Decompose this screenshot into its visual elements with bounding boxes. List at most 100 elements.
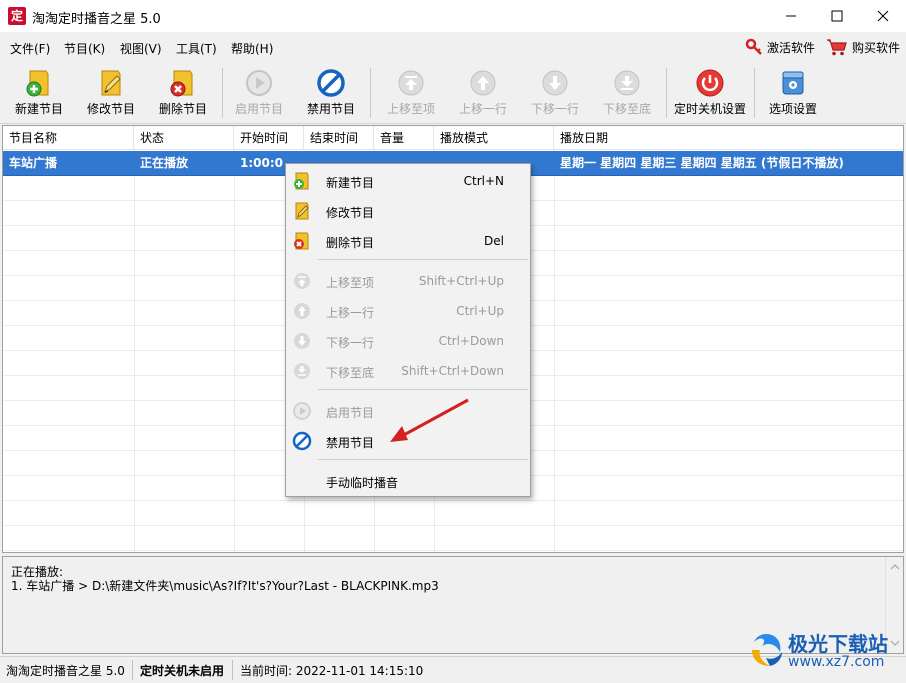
toolbar-separator xyxy=(666,68,667,118)
column-header-start-time[interactable]: 开始时间 xyxy=(234,126,304,150)
toolbar-separator xyxy=(370,68,371,118)
menu-item-shortcut: Ctrl+N xyxy=(463,174,504,188)
menu-item-move-up[interactable]: 上移一行 Ctrl+Up xyxy=(286,296,530,326)
move-bottom-button[interactable]: 下移至底 xyxy=(592,66,662,122)
enable-program-button[interactable]: 启用节目 xyxy=(228,66,290,122)
edit-program-button[interactable]: 修改节目 xyxy=(80,66,142,122)
column-header-volume[interactable]: 音量 xyxy=(374,126,434,150)
move-down-button[interactable]: 下移一行 xyxy=(520,66,590,122)
move-up-icon xyxy=(294,303,310,319)
power-icon xyxy=(696,69,724,97)
menu-item-label: 禁用节目 xyxy=(326,436,375,450)
new-program-button[interactable]: 新建节目 xyxy=(8,66,70,122)
now-playing-line: 1. 车站广播 > D:\新建文件夹\music\As?If?It's?Your… xyxy=(11,579,439,593)
settings-icon xyxy=(782,71,804,95)
column-header-play-mode[interactable]: 播放模式 xyxy=(434,126,554,150)
annotation-arrow-icon xyxy=(390,398,469,442)
edit-program-icon xyxy=(101,70,121,96)
app-icon: 定 xyxy=(8,7,26,25)
close-icon xyxy=(877,10,889,22)
watermark: 极光下载站 www.xz7.com xyxy=(746,626,906,676)
menu-item-shortcut: Shift+Ctrl+Down xyxy=(401,364,504,378)
shutdown-settings-button[interactable]: 定时关机设置 xyxy=(670,66,750,122)
disable-program-button[interactable]: 禁用节目 xyxy=(300,66,362,122)
key-icon xyxy=(745,38,762,55)
toolbar: 新建节目 修改节目 删除节目 启用节目 禁用节目 上移至项 上移一行 下移一行 … xyxy=(0,62,906,124)
menu-item-label: 上移一行 xyxy=(326,306,375,320)
move-top-button[interactable]: 上移至项 xyxy=(376,66,446,122)
status-shutdown: 定时关机未启用 xyxy=(140,664,225,678)
empty-row xyxy=(3,526,903,551)
cell-play-date: 星期一 星期四 星期三 星期四 星期五 (节假日不播放) xyxy=(560,156,844,170)
watermark-text: 极光下载站 xyxy=(788,632,888,656)
buy-label: 购买软件 xyxy=(852,40,901,55)
maximize-icon xyxy=(831,10,843,22)
move-bottom-label: 下移至底 xyxy=(602,102,651,116)
menu-program[interactable]: 节目(K) xyxy=(64,40,105,57)
move-bottom-icon xyxy=(614,70,640,96)
menu-item-edit-program[interactable]: 修改节目 xyxy=(286,196,530,226)
add-program-icon xyxy=(294,172,309,190)
menu-separator xyxy=(318,259,528,260)
move-up-button[interactable]: 上移一行 xyxy=(448,66,518,122)
column-header-status[interactable]: 状态 xyxy=(134,126,234,150)
menu-item-delete-program[interactable]: 删除节目 Del xyxy=(286,226,530,256)
menu-item-manual-broadcast[interactable]: 手动临时播音 xyxy=(286,466,530,496)
menu-item-new-program[interactable]: 新建节目 Ctrl+N xyxy=(286,166,530,196)
menu-item-shortcut: Ctrl+Down xyxy=(438,334,504,348)
menu-item-label: 上移至项 xyxy=(326,276,375,290)
column-header-end-time[interactable]: 结束时间 xyxy=(304,126,374,150)
add-program-icon xyxy=(26,70,49,97)
edit-program-label: 修改节目 xyxy=(86,102,135,116)
menu-tools[interactable]: 工具(T) xyxy=(176,40,217,57)
close-button[interactable] xyxy=(860,0,906,32)
menu-bar: 文件(F) 节目(K) 视图(V) 工具(T) 帮助(H) 激活软件 购买软件 xyxy=(0,32,906,62)
column-header-play-date[interactable]: 播放日期 xyxy=(554,126,903,150)
new-program-label: 新建节目 xyxy=(14,102,63,116)
shutdown-settings-label: 定时关机设置 xyxy=(673,102,746,116)
menu-item-label: 下移一行 xyxy=(326,336,375,350)
move-down-icon xyxy=(542,70,568,96)
move-up-label: 上移一行 xyxy=(458,102,507,116)
status-separator xyxy=(232,660,233,680)
maximize-button[interactable] xyxy=(814,0,860,32)
menu-file[interactable]: 文件(F) xyxy=(10,40,50,57)
options-settings-label: 选项设置 xyxy=(768,102,817,116)
menu-item-move-top[interactable]: 上移至项 Shift+Ctrl+Up xyxy=(286,266,530,296)
watermark-logo-icon xyxy=(752,634,782,666)
move-down-label: 下移一行 xyxy=(530,102,579,116)
column-header-name[interactable]: 节目名称 xyxy=(3,126,134,150)
play-icon xyxy=(246,70,272,96)
status-current-time: 当前时间: 2022-11-01 14:15:10 xyxy=(240,664,424,678)
disable-icon xyxy=(292,431,312,451)
move-top-icon xyxy=(294,273,310,289)
menu-item-label: 启用节目 xyxy=(326,406,375,420)
activate-software-link[interactable]: 激活软件 xyxy=(745,38,815,56)
minimize-button[interactable] xyxy=(768,0,814,32)
window-title: 淘淘定时播音之星 5.0 xyxy=(32,12,161,27)
buy-software-link[interactable]: 购买软件 xyxy=(826,38,900,56)
menu-item-move-down[interactable]: 下移一行 Ctrl+Down xyxy=(286,326,530,356)
delete-program-button[interactable]: 删除节目 xyxy=(152,66,214,122)
toolbar-separator xyxy=(754,68,755,118)
delete-program-label: 删除节目 xyxy=(158,102,207,116)
list-header: 节目名称 状态 开始时间 结束时间 音量 播放模式 播放日期 xyxy=(3,126,903,150)
move-up-icon xyxy=(470,70,496,96)
move-top-icon xyxy=(398,70,424,96)
delete-program-icon xyxy=(170,70,193,97)
menu-item-shortcut: Del xyxy=(484,234,504,248)
toolbar-separator xyxy=(222,68,223,118)
menu-view[interactable]: 视图(V) xyxy=(120,40,162,57)
options-settings-button[interactable]: 选项设置 xyxy=(760,66,826,122)
status-app-name: 淘淘定时播音之星 5.0 xyxy=(6,664,125,678)
menu-help[interactable]: 帮助(H) xyxy=(231,40,273,57)
delete-program-icon xyxy=(294,232,309,250)
watermark-url: www.xz7.com xyxy=(788,654,885,670)
play-icon xyxy=(293,402,311,420)
title-bar: 定 淘淘定时播音之星 5.0 xyxy=(0,0,906,32)
menu-item-move-bottom[interactable]: 下移至底 Shift+Ctrl+Down xyxy=(286,356,530,386)
menu-item-shortcut: Shift+Ctrl+Up xyxy=(418,274,504,288)
menu-item-label: 手动临时播音 xyxy=(326,476,399,490)
disable-icon xyxy=(317,69,345,97)
move-top-label: 上移至项 xyxy=(386,102,435,116)
